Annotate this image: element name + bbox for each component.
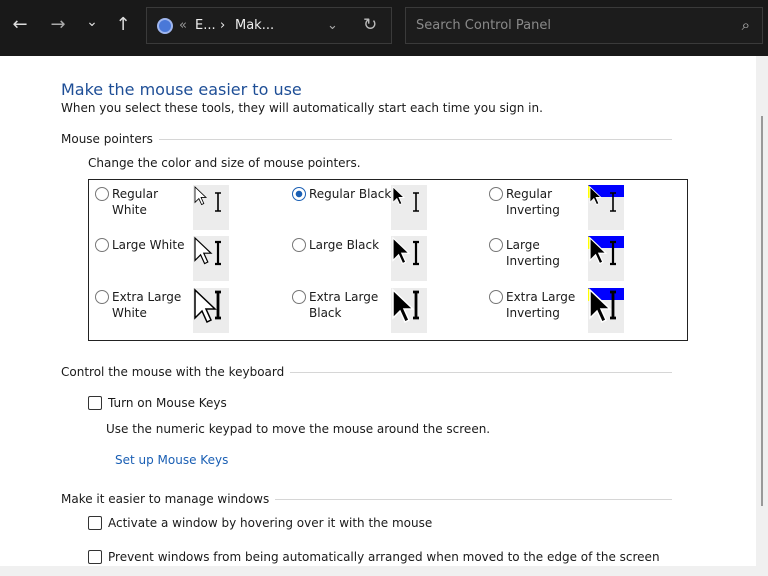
- pointer-preview-icon: [193, 236, 229, 281]
- search-icon[interactable]: ⌕: [742, 16, 750, 34]
- pointer-preview-icon: [391, 236, 427, 281]
- pointer-preview-icon: [193, 288, 229, 333]
- radio-button[interactable]: [489, 290, 503, 304]
- chevron-right-icon: ›: [220, 18, 226, 33]
- label-line: Extra Large: [506, 290, 576, 304]
- label-line: Inverting: [506, 306, 560, 320]
- radio-button[interactable]: [489, 187, 503, 201]
- radio-button[interactable]: [95, 290, 109, 304]
- mouse-keys-description: Use the numeric keypad to move the mouse…: [106, 422, 491, 436]
- setup-mouse-keys-link[interactable]: Set up Mouse Keys: [115, 453, 228, 467]
- label-line: Black: [309, 306, 342, 320]
- pointer-preview-icon: [391, 288, 427, 333]
- prevent-arrange-checkbox[interactable]: Prevent windows from being automatically…: [88, 550, 660, 564]
- address-dropdown-button[interactable]: ⌄: [327, 18, 338, 33]
- label-line: Regular: [112, 187, 159, 201]
- label-line: Regular: [506, 187, 553, 201]
- pointer-preview-icon: [391, 185, 427, 230]
- title-bar: ← → ⌄ ↑ « E... › Mak... ⌄ ↻ Search Contr…: [0, 0, 768, 56]
- label-line: Large White: [112, 238, 185, 252]
- recent-locations-button[interactable]: ⌄: [80, 14, 104, 30]
- up-button[interactable]: ↑: [111, 14, 135, 35]
- pointer-preview-icon: [588, 288, 624, 333]
- radio-button[interactable]: [292, 187, 306, 201]
- search-input[interactable]: Search Control Panel: [416, 18, 551, 33]
- address-bar[interactable]: « E... › Mak... ⌄ ↻: [146, 7, 392, 44]
- label-line: Large Black: [309, 238, 380, 252]
- pointer-option-extra-large-inverting[interactable]: Extra Large Inverting: [489, 289, 575, 321]
- refresh-button[interactable]: ↻: [363, 15, 377, 35]
- vertical-scrollbar[interactable]: [756, 56, 768, 566]
- label-line: Extra Large: [309, 290, 379, 304]
- option-label: Extra Large White: [112, 289, 181, 321]
- radio-button[interactable]: [292, 290, 306, 304]
- breadcrumb-current[interactable]: Mak...: [235, 18, 274, 33]
- radio-button[interactable]: [292, 238, 306, 252]
- pointer-option-regular-black[interactable]: Regular Black: [292, 186, 391, 202]
- option-label: Large Black: [309, 237, 379, 253]
- pointer-scheme-group: Regular White Regular Black Regular Invertin…: [88, 179, 688, 341]
- pointer-option-regular-inverting[interactable]: Regular Inverting: [489, 186, 560, 218]
- pointer-preview-icon: [588, 185, 624, 230]
- option-label: Extra Large Black: [309, 289, 378, 321]
- breadcrumb-ease-of-access[interactable]: E...: [195, 18, 216, 33]
- option-label: Regular Black: [309, 186, 391, 202]
- option-label: Large White: [112, 237, 184, 253]
- keyboard-heading: Control the mouse with the keyboard: [61, 365, 672, 379]
- pointers-description: Change the color and size of mouse point…: [88, 156, 361, 170]
- horizontal-scrollbar[interactable]: [0, 566, 768, 576]
- label-line: White: [112, 306, 147, 320]
- label-line: Inverting: [506, 254, 560, 268]
- mouse-pointers-heading: Mouse pointers: [61, 132, 672, 146]
- control-panel-icon: [157, 18, 173, 34]
- option-label: Regular Inverting: [506, 186, 560, 218]
- radio-button[interactable]: [95, 238, 109, 252]
- label-line: Regular Black: [309, 187, 392, 201]
- pointer-preview-icon: [588, 236, 624, 281]
- pointer-option-extra-large-black[interactable]: Extra Large Black: [292, 289, 378, 321]
- pointer-option-large-white[interactable]: Large White: [95, 237, 184, 253]
- pointer-option-extra-large-white[interactable]: Extra Large White: [95, 289, 181, 321]
- page-subtitle: When you select these tools, they will a…: [61, 101, 543, 115]
- option-label: Regular White: [112, 186, 158, 218]
- pointer-option-large-inverting[interactable]: Large Inverting: [489, 237, 560, 269]
- label-line: Inverting: [506, 203, 560, 217]
- label-line: Extra Large: [112, 290, 182, 304]
- search-box[interactable]: Search Control Panel ⌕: [405, 7, 763, 44]
- pointer-option-large-black[interactable]: Large Black: [292, 237, 379, 253]
- mouse-keys-checkbox[interactable]: Turn on Mouse Keys: [88, 396, 227, 410]
- pointer-preview-icon: [193, 185, 229, 230]
- label-line: Large: [506, 238, 540, 252]
- forward-button[interactable]: →: [46, 14, 70, 35]
- pointer-option-regular-white[interactable]: Regular White: [95, 186, 158, 218]
- label-line: White: [112, 203, 147, 217]
- radio-button[interactable]: [95, 187, 109, 201]
- windows-heading: Make it easier to manage windows: [61, 492, 672, 506]
- option-label: Large Inverting: [506, 237, 560, 269]
- option-label: Extra Large Inverting: [506, 289, 575, 321]
- page-title: Make the mouse easier to use: [61, 80, 302, 99]
- breadcrumb-overflow[interactable]: «: [179, 18, 187, 33]
- radio-button[interactable]: [489, 238, 503, 252]
- back-button[interactable]: ←: [8, 14, 32, 35]
- hover-activate-checkbox[interactable]: Activate a window by hovering over it wi…: [88, 516, 432, 530]
